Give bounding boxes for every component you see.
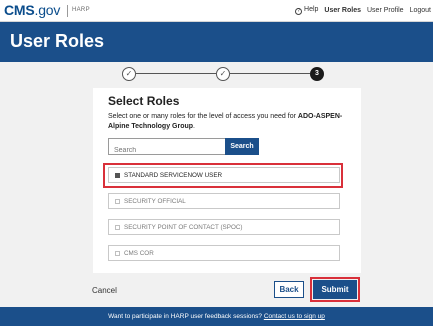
stepper-line-2 [230,73,310,74]
logo-divider [67,5,68,17]
top-nav: ? Help User Roles User Profile Logout [295,6,431,15]
page-banner: User Roles [0,22,433,62]
page-title: User Roles [10,31,105,51]
selected-role-highlight [103,163,343,188]
role-label: CMS COR [124,249,154,257]
role-cms-cor[interactable]: CMS COR [108,245,340,261]
logo-suffix: .gov [34,2,61,18]
cancel-link[interactable]: Cancel [92,286,117,295]
role-security-point-of-contact[interactable]: SECURITY POINT OF CONTACT (SPOC) [108,219,340,235]
app-name: HARP [72,7,90,13]
description-suffix: . [193,123,195,130]
role-label: SECURITY POINT OF CONTACT (SPOC) [124,223,243,231]
description-prefix: Select one or many roles for the level o… [108,113,298,120]
user-profile-link[interactable]: User Profile [367,7,404,14]
select-roles-heading: Select Roles [108,94,180,108]
contact-us-link[interactable]: Contact us to sign up [264,313,325,320]
submit-button[interactable]: Submit [313,280,357,299]
select-roles-description: Select one or many roles for the level o… [108,112,353,132]
step-3-current: 3 [310,67,324,81]
role-security-official[interactable]: SECURITY OFFICIAL [108,193,340,209]
feedback-banner: Want to participate in HARP user feedbac… [0,307,433,326]
cms-logo[interactable]: CMS.gov [4,2,60,18]
back-button[interactable]: Back [274,281,304,298]
logout-link[interactable]: Logout [410,7,431,14]
checkbox-icon[interactable] [115,224,120,230]
feedback-prompt: Want to participate in HARP user feedbac… [108,313,264,320]
user-roles-link[interactable]: User Roles [324,7,361,14]
top-header: CMS.gov HARP ? Help User Roles User Profi… [0,0,433,22]
logo-main: CMS [4,2,35,18]
help-label: Help [304,6,319,13]
help-icon: ? [295,8,303,15]
progress-stepper: ✓ ✓ 3 [122,67,324,81]
help-link[interactable]: ? Help [295,6,318,15]
checkbox-icon[interactable] [115,250,120,256]
step-1-complete-icon: ✓ [122,67,136,81]
search-button[interactable]: Search [225,138,259,155]
step-2-complete-icon: ✓ [216,67,230,81]
role-label: SECURITY OFFICIAL [124,197,186,205]
stepper-line-1 [136,73,216,74]
checkbox-icon[interactable] [115,198,120,204]
